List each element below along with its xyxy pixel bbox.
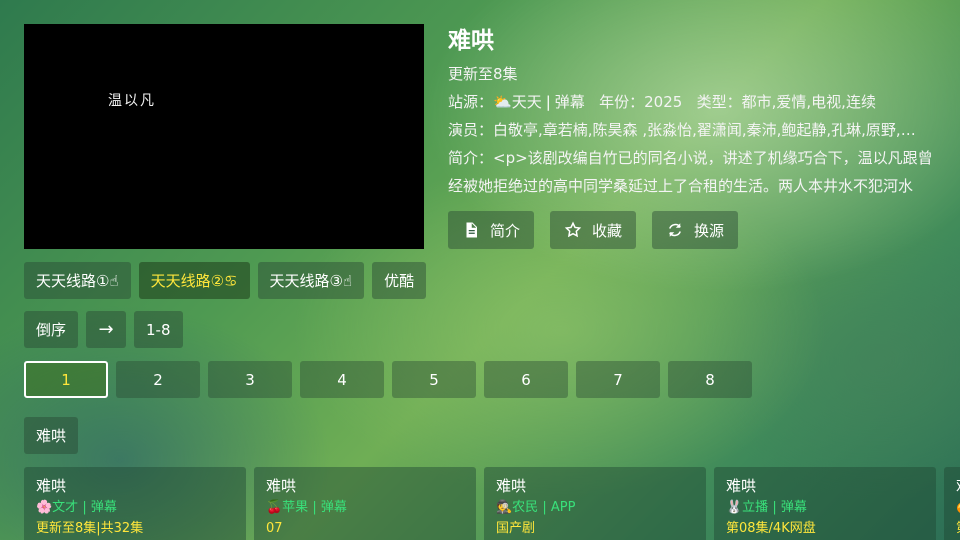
intro-button[interactable]: 简介	[448, 211, 535, 249]
episode-button[interactable]: 8	[668, 361, 752, 398]
site-tag: 弹幕	[554, 93, 585, 111]
related-results: 难哄 🌸文才 | 弹幕 更新至8集|共32集 难哄 🍒苹果 | 弹幕 07 难哄…	[24, 467, 960, 540]
result-source: 🍒苹果 | 弹幕	[266, 500, 347, 515]
cast-value: 白敬亭,章若楠,陈昊森 ,张淼怡,翟潇闻,秦沛,鲍起静,孔琳,原野,…	[493, 121, 916, 139]
result-note: 国产剧	[496, 521, 536, 536]
result-note: 第	[956, 518, 960, 539]
episode-button[interactable]: 4	[300, 361, 384, 398]
line-tab-youku[interactable]: 优酷	[372, 262, 427, 299]
year-value: 2025	[644, 93, 683, 111]
result-card[interactable]: 难哄 🕵农民 | APP 国产剧	[484, 467, 706, 540]
favorite-label: 收藏	[592, 221, 623, 240]
result-card[interactable]: 难哄 🍒苹果 | 弹幕 07	[254, 467, 476, 540]
search-tag-row: 难哄	[24, 417, 79, 454]
favorite-button[interactable]: 收藏	[550, 211, 637, 249]
episode-button[interactable]: 2	[116, 361, 200, 398]
video-title: 难哄	[448, 28, 494, 54]
result-title: 难	[956, 475, 960, 497]
episode-button[interactable]: 7	[576, 361, 660, 398]
result-note: 07	[266, 521, 283, 536]
meta-line: 站源：⛅天天 | 弹幕 年份：2025 类型：都市,爱情,电视,连续	[448, 88, 933, 116]
weather-icon: ⛅	[493, 93, 512, 111]
line-tab-1[interactable]: 天天线路①☝	[24, 262, 131, 299]
cast-label: 演员：	[448, 121, 494, 139]
description: 简介：<p>该剧改编自竹已的同名小说，讲述了机缘巧合下，温以凡跟曾经被她拒绝过的…	[448, 144, 933, 200]
episode-controls: 倒序 → 1-8	[24, 311, 183, 348]
change-source-button[interactable]: 换源	[652, 211, 739, 249]
arrow-right-icon[interactable]: →	[86, 311, 127, 348]
line-selector: 天天线路①☝ 天天线路②♋ 天天线路③☝ 优酷	[24, 262, 427, 299]
type-value: 都市,爱情,电视,连续	[741, 93, 876, 111]
intro-label: 简介	[490, 221, 521, 240]
result-source: 🐰立播 | 弹幕	[726, 500, 807, 515]
refresh-icon	[669, 223, 681, 237]
result-card[interactable]: 难哄 🐰立播 | 弹幕 第08集/4K网盘	[714, 467, 936, 540]
document-icon	[466, 222, 477, 238]
result-source: 🕵农民 | APP	[496, 500, 576, 515]
video-player[interactable]: 温以凡	[24, 24, 424, 249]
result-title: 难哄	[726, 477, 757, 495]
result-title: 难哄	[36, 477, 67, 495]
search-tag[interactable]: 难哄	[24, 417, 79, 454]
result-card[interactable]: 难 🍊 第	[944, 467, 960, 540]
result-source: 🌸文才 | 弹幕	[36, 500, 117, 515]
update-status: 更新至8集	[448, 65, 518, 83]
result-card[interactable]: 难哄 🌸文才 | 弹幕 更新至8集|共32集	[24, 467, 246, 540]
result-title: 难哄	[496, 477, 527, 495]
separator: |	[545, 93, 551, 111]
result-note: 更新至8集|共32集	[36, 521, 144, 536]
desc-label: 简介：	[448, 149, 494, 167]
episode-button[interactable]: 6	[484, 361, 568, 398]
video-subtitle: 温以凡	[108, 93, 156, 109]
detail-panel: 难哄 更新至8集 站源：⛅天天 | 弹幕 年份：2025 类型：都市,爱情,电视,连…	[448, 24, 938, 200]
desc-value: <p>该剧改编自竹已的同名小说，讲述了机缘巧合下，温以凡跟曾经被她拒绝过的高中同…	[448, 149, 933, 195]
episode-range-button[interactable]: 1-8	[134, 311, 183, 348]
star-icon	[564, 221, 582, 238]
change-source-label: 换源	[694, 221, 725, 240]
cast-line: 演员：白敬亭,章若楠,陈昊森 ,张淼怡,翟潇闻,秦沛,鲍起静,孔琳,原野,…	[448, 116, 933, 144]
result-source: 🍊	[956, 497, 960, 518]
line-tab-3[interactable]: 天天线路③☝	[257, 262, 365, 299]
type-label: 类型：	[696, 93, 742, 111]
site-label: 站源：	[448, 93, 494, 111]
episode-button[interactable]: 5	[392, 361, 476, 398]
episode-button[interactable]: 3	[208, 361, 292, 398]
year-label: 年份：	[599, 93, 645, 111]
action-bar: 简介 收藏 换源	[448, 211, 739, 249]
site-name: 天天	[511, 93, 542, 111]
episode-list: 1 2 3 4 5 6 7 8	[24, 361, 752, 398]
reverse-order-button[interactable]: 倒序	[24, 311, 79, 348]
result-note: 第08集/4K网盘	[726, 521, 816, 536]
episode-button[interactable]: 1	[24, 361, 108, 398]
line-tab-2[interactable]: 天天线路②♋	[138, 262, 250, 299]
result-title: 难哄	[266, 477, 297, 495]
